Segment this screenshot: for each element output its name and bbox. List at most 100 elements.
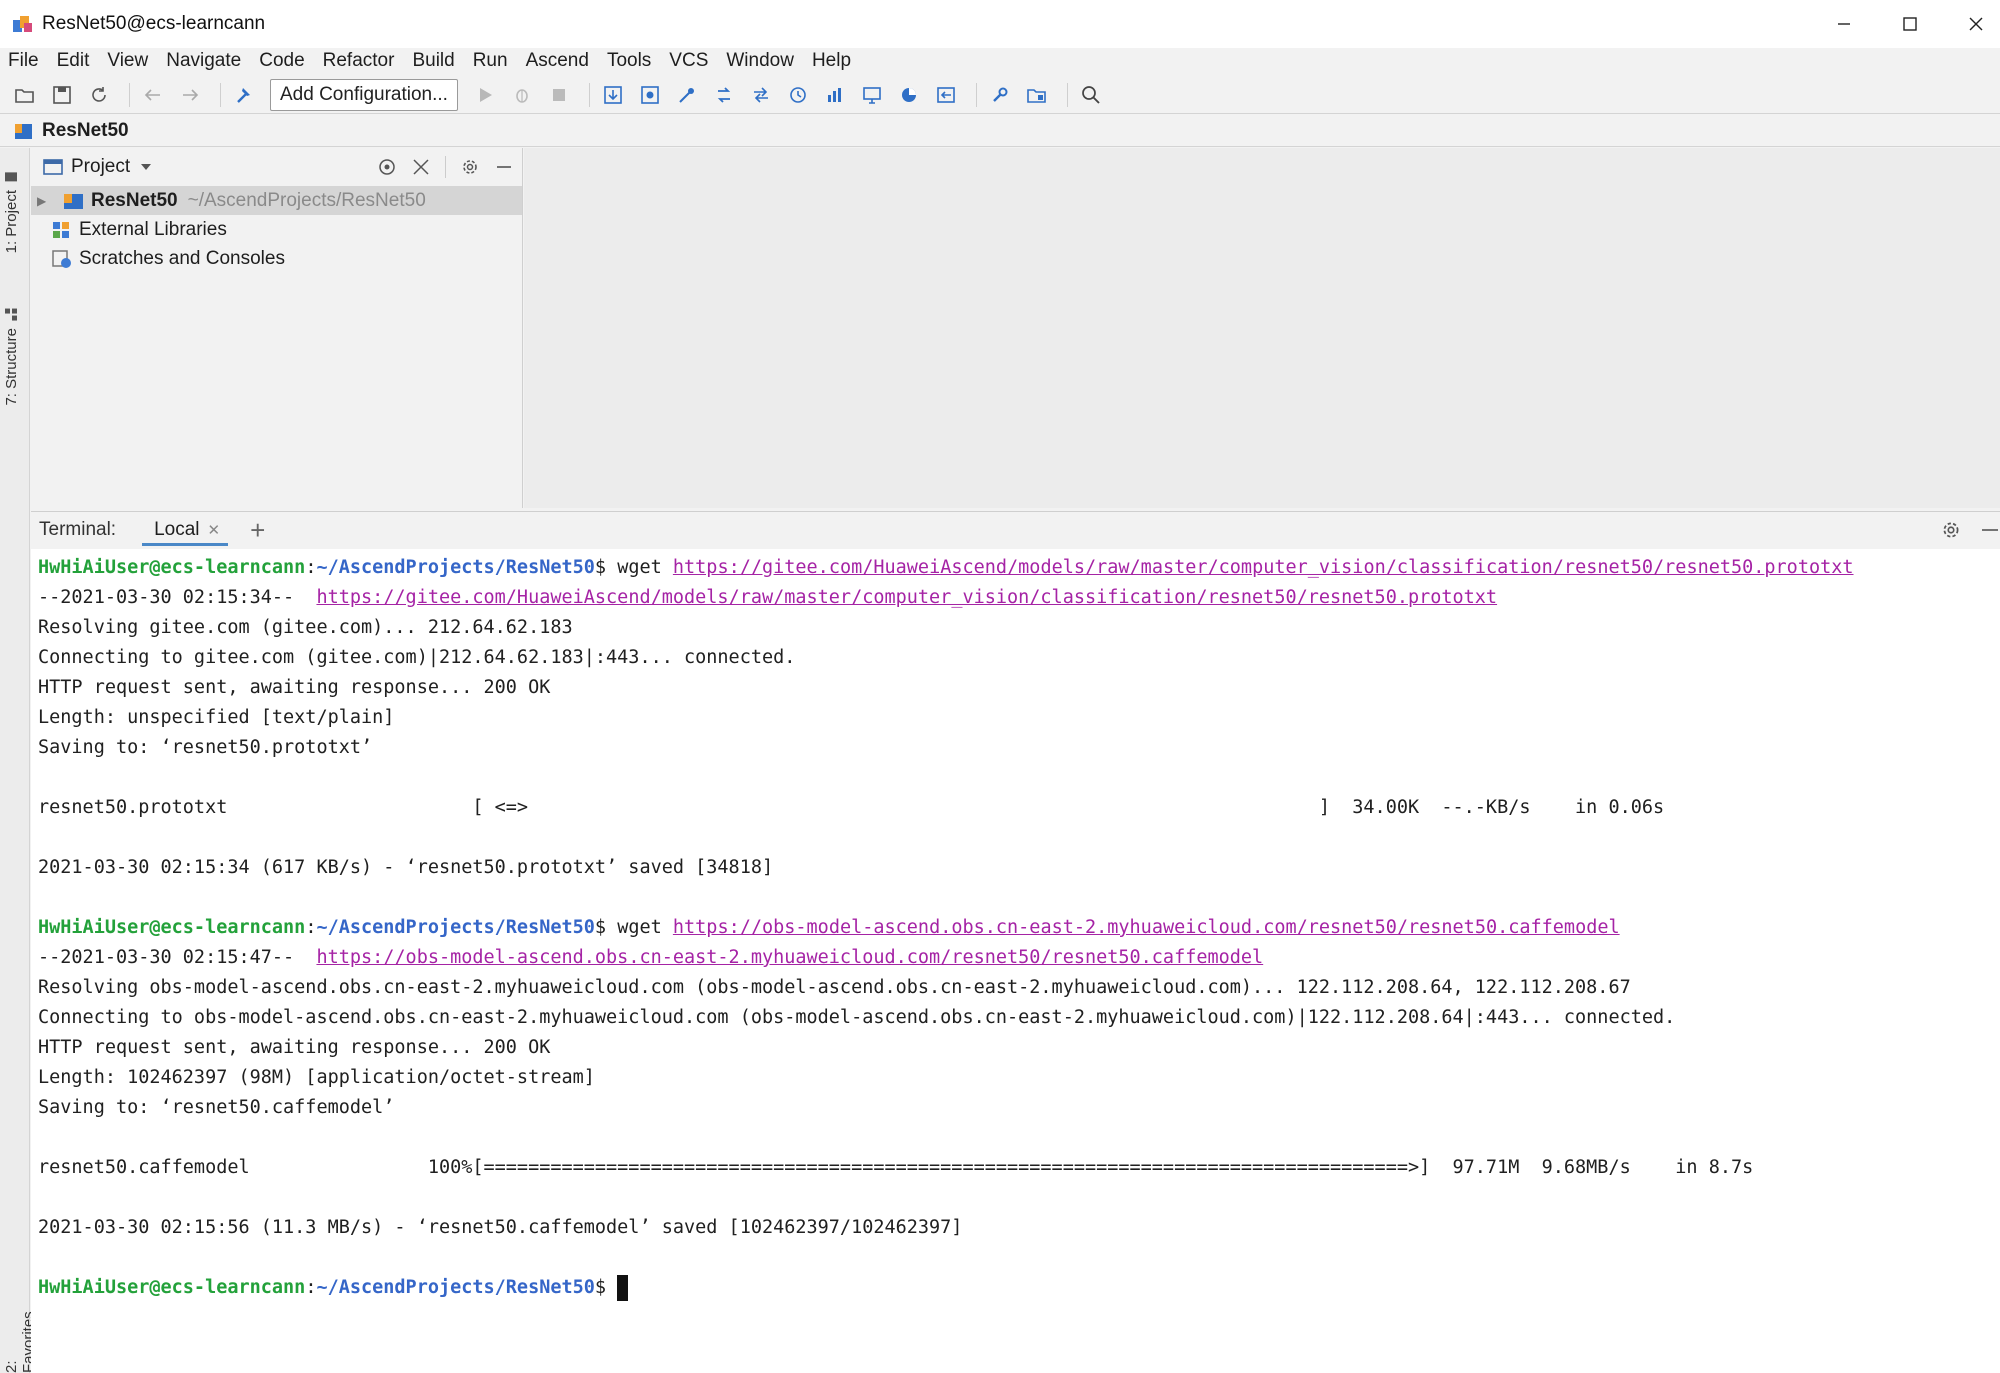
url-link[interactable]: https://obs-model-ascend.obs.cn-east-2.m… — [316, 947, 1263, 968]
menu-code[interactable]: Code — [259, 50, 304, 72]
menu-tools[interactable]: Tools — [607, 50, 651, 72]
ascend-tool-10[interactable] — [931, 80, 961, 110]
collapse-all-icon[interactable] — [411, 157, 431, 177]
close-tab-icon[interactable]: ✕ — [208, 521, 221, 539]
ascend-tool-5[interactable] — [746, 80, 776, 110]
module-folder-icon — [63, 191, 85, 211]
title-bar: ResNet50@ecs-learncann — [0, 0, 2000, 48]
tune-icon — [679, 87, 694, 103]
command-text: wget — [617, 557, 662, 578]
text-cursor — [617, 1275, 629, 1301]
menu-build[interactable]: Build — [412, 50, 454, 72]
menu-help[interactable]: Help — [812, 50, 851, 72]
timestamp-text: --2021-03-30 02:15:34-- — [38, 587, 317, 608]
editor-area[interactable] — [524, 148, 2000, 508]
terminal-tab-local[interactable]: Local ✕ — [142, 512, 229, 548]
toolbar-separator — [129, 82, 130, 107]
menu-file[interactable]: File — [8, 50, 39, 72]
save-all-button[interactable] — [47, 80, 77, 110]
ascend-tool-8[interactable] — [857, 80, 887, 110]
prompt-symbol: $ — [594, 1277, 618, 1298]
stop-icon — [552, 88, 565, 101]
gear-icon[interactable] — [460, 157, 480, 177]
root-project-name: ResNet50 — [91, 189, 178, 211]
url-link[interactable]: https://gitee.com/HuaweiAscend/models/ra… — [316, 587, 1497, 608]
locate-icon[interactable] — [377, 157, 397, 177]
close-window-button[interactable] — [1944, 0, 2000, 48]
terminal-output[interactable]: HwHiAiUser@ecs-learncann:~/AscendProject… — [31, 549, 2000, 1373]
menu-edit[interactable]: Edit — [57, 50, 90, 72]
terminal-line: --2021-03-30 02:15:47-- https://obs-mode… — [38, 943, 2000, 973]
open-button[interactable] — [10, 80, 40, 110]
terminal-line: Saving to: ‘resnet50.caffemodel’ — [38, 1097, 395, 1118]
import-icon — [937, 86, 955, 103]
menu-vcs[interactable]: VCS — [669, 50, 708, 72]
settings-wrench-button[interactable] — [985, 80, 1015, 110]
tree-item-external-libraries[interactable]: External Libraries — [31, 215, 522, 244]
breadcrumb-project[interactable]: ResNet50 — [42, 120, 129, 142]
root-project-path: ~/AscendProjects/ResNet50 — [187, 189, 426, 211]
ascend-tool-1[interactable] — [598, 80, 628, 110]
hide-icon[interactable] — [494, 157, 514, 177]
close-icon — [1969, 17, 1983, 31]
external-libraries-label: External Libraries — [79, 218, 227, 240]
terminal-line: Length: unspecified [text/plain] — [38, 707, 395, 728]
ascend-tool-2[interactable] — [635, 80, 665, 110]
stop-button[interactable] — [544, 80, 574, 110]
navigation-bar: ResNet50 — [0, 115, 2000, 147]
menu-view[interactable]: View — [107, 50, 148, 72]
project-folder-icon — [15, 123, 32, 139]
ascend-tool-3[interactable] — [672, 80, 702, 110]
prompt-path: ~/AscendProjects/ResNet50 — [316, 1277, 595, 1298]
back-button[interactable] — [138, 80, 168, 110]
menu-run[interactable]: Run — [473, 50, 508, 72]
tree-item-scratches[interactable]: Scratches and Consoles — [31, 244, 522, 273]
expand-arrow-icon[interactable]: ▶ — [37, 194, 51, 208]
prompt-path: ~/AscendProjects/ResNet50 — [316, 917, 595, 938]
hide-icon[interactable] — [1980, 520, 2000, 540]
transfer-icon — [753, 86, 768, 103]
tree-item-root[interactable]: ▶ ResNet50 ~/AscendProjects/ResNet50 — [31, 186, 522, 215]
build-button[interactable] — [229, 80, 259, 110]
ascend-tool-6[interactable] — [783, 80, 813, 110]
scratches-icon — [51, 249, 73, 269]
terminal-progress-line: resnet50.prototxt [ <=> ] 34.00K --.-KB/… — [38, 797, 1665, 818]
tab-project[interactable]: 1: Project — [3, 170, 20, 253]
ascend-tool-7[interactable] — [820, 80, 850, 110]
gear-icon[interactable] — [1940, 519, 1962, 541]
project-view-selector[interactable]: Project — [71, 156, 130, 178]
run-button[interactable] — [470, 80, 500, 110]
prompt-user: HwHiAiUser@ecs-learncann — [38, 1277, 306, 1298]
add-configuration-dropdown[interactable]: Add Configuration... — [270, 78, 458, 111]
chevron-down-icon[interactable] — [140, 163, 152, 171]
terminal-line: --2021-03-30 02:15:34-- https://gitee.co… — [38, 583, 2000, 613]
url-link[interactable]: https://gitee.com/HuaweiAscend/models/ra… — [673, 557, 1854, 578]
wrench-icon — [993, 87, 1008, 102]
folder-icon — [5, 172, 18, 181]
tab-structure[interactable]: 7: Structure — [3, 308, 20, 406]
menu-navigate[interactable]: Navigate — [166, 50, 241, 72]
terminal-line: Resolving gitee.com (gitee.com)... 212.6… — [38, 617, 573, 638]
url-link[interactable]: https://obs-model-ascend.obs.cn-east-2.m… — [673, 917, 1620, 938]
menu-refactor[interactable]: Refactor — [323, 50, 395, 72]
menu-bar: File Edit View Navigate Code Refactor Bu… — [0, 48, 2000, 74]
prompt-path: ~/AscendProjects/ResNet50 — [316, 557, 595, 578]
project-structure-button[interactable] — [1022, 80, 1052, 110]
terminal-line: HTTP request sent, awaiting response... … — [38, 1037, 551, 1058]
minimize-button[interactable] — [1812, 0, 1876, 48]
new-terminal-tab-icon[interactable]: + — [250, 517, 265, 543]
prompt-user: HwHiAiUser@ecs-learncann — [38, 917, 306, 938]
menu-window[interactable]: Window — [726, 50, 794, 72]
terminal-line: Connecting to gitee.com (gitee.com)|212.… — [38, 647, 796, 668]
search-everywhere-button[interactable] — [1076, 80, 1106, 110]
menu-ascend[interactable]: Ascend — [526, 50, 589, 72]
ascend-tool-9[interactable] — [894, 80, 924, 110]
deploy-icon — [604, 85, 622, 104]
maximize-button[interactable] — [1878, 0, 1942, 48]
forward-button[interactable] — [175, 80, 205, 110]
debug-button[interactable] — [507, 80, 537, 110]
synchronize-button[interactable] — [84, 80, 114, 110]
arrow-left-icon — [144, 88, 160, 101]
ascend-tool-4[interactable] — [709, 80, 739, 110]
terminal-header: Terminal: Local ✕ + — [31, 511, 2000, 547]
